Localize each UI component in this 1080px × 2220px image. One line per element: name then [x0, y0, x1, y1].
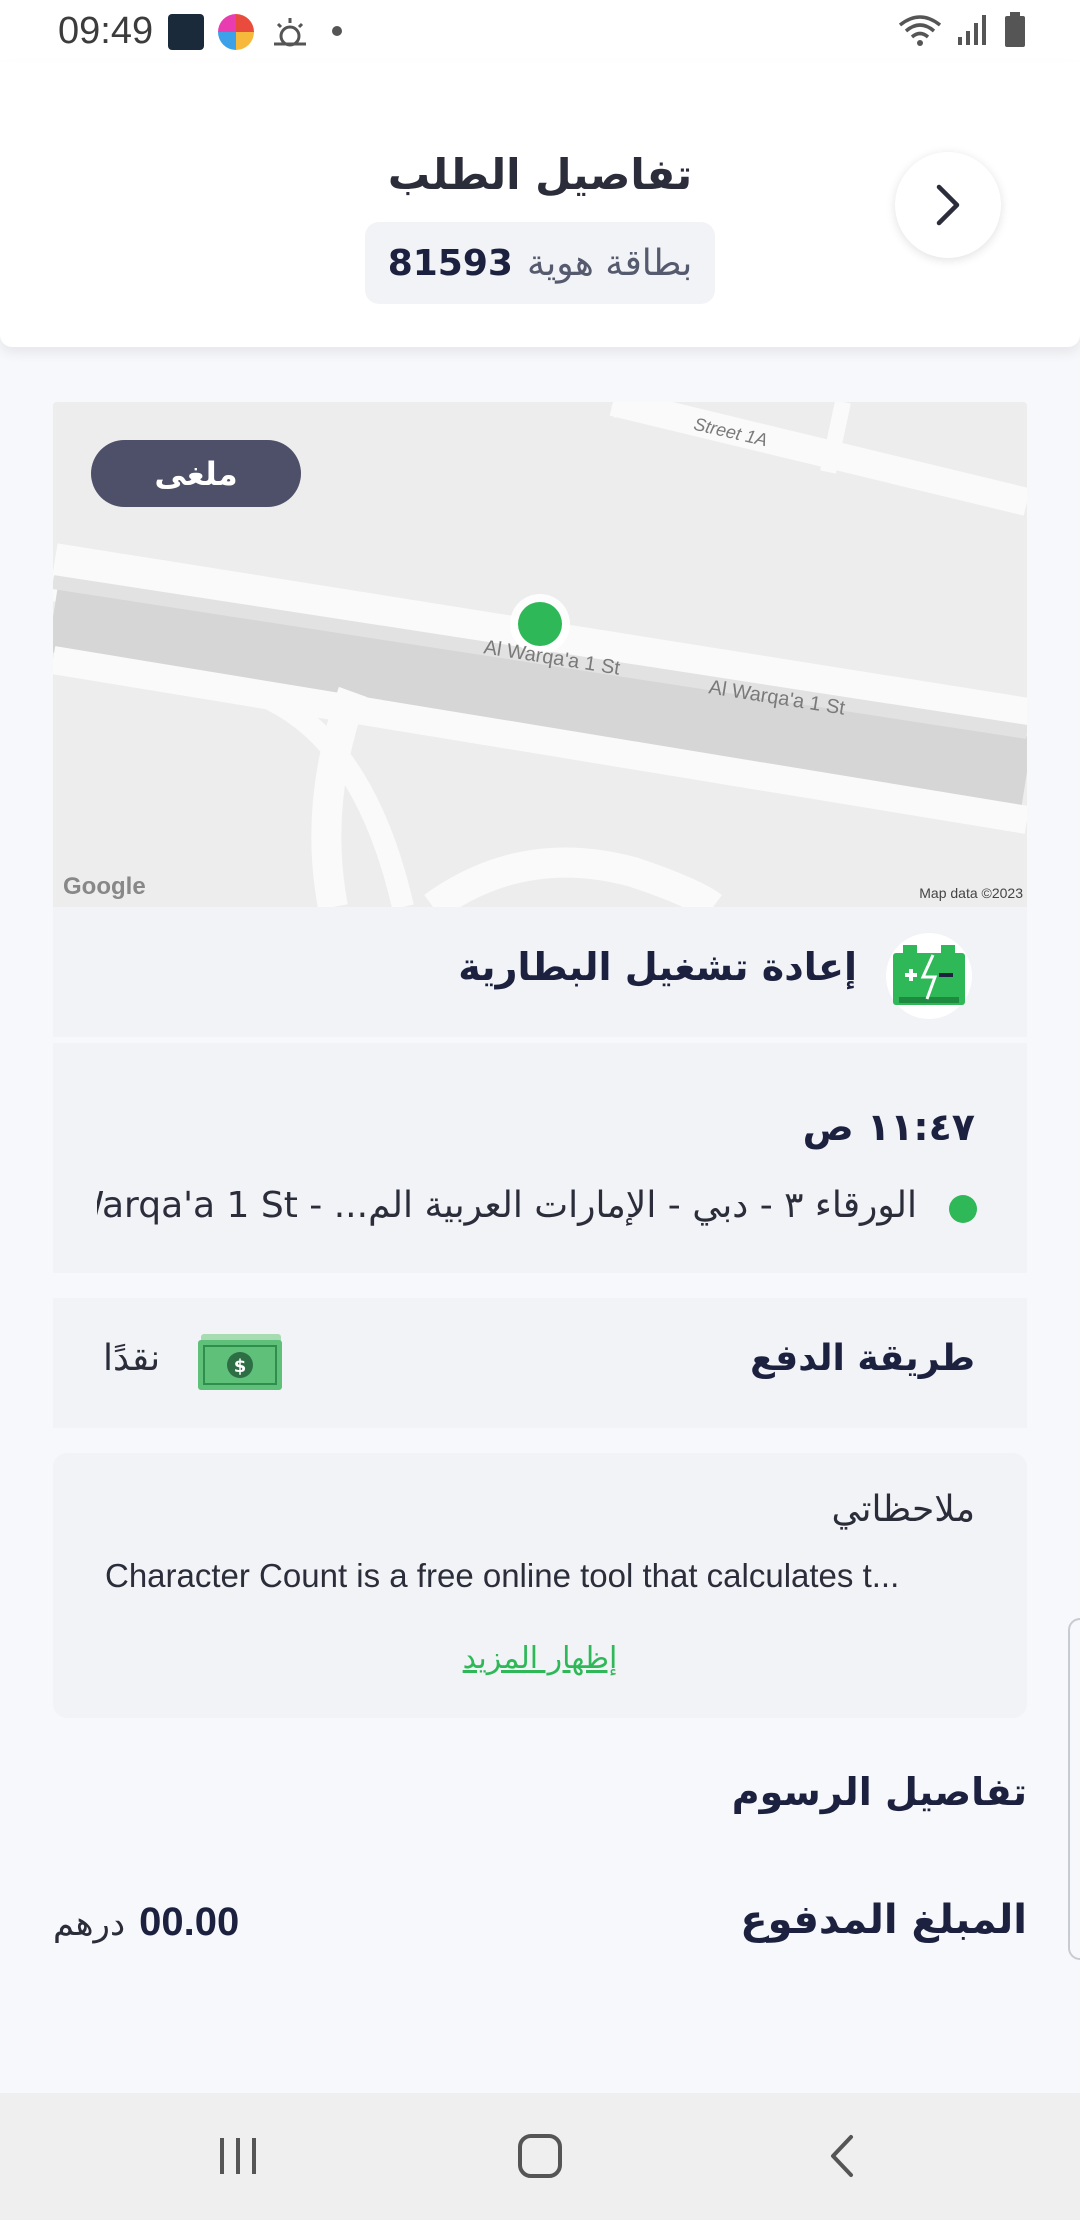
back-arrow-icon — [831, 2135, 853, 2177]
notes-text: Character Count is a free online tool th… — [105, 1557, 900, 1594]
paid-amount-label: المبلغ المدفوع — [740, 1897, 1027, 1943]
battery-icon — [886, 933, 972, 1019]
recent-apps-icon — [220, 2138, 256, 2174]
currency-label: درهم — [53, 1904, 126, 1944]
wifi-icon — [898, 15, 942, 46]
request-time: ١١:٤٧ ص — [802, 1105, 975, 1149]
notes-card: ملاحظاتي Character Count is a free onlin… — [53, 1453, 1027, 1718]
status-bar: 09:49 — [0, 0, 1080, 62]
system-nav-bar — [0, 2093, 1080, 2220]
more-notifications-dot — [332, 26, 342, 36]
id-number: 81593 — [387, 242, 513, 284]
app-notification-icon — [218, 14, 254, 50]
signal-icon — [958, 15, 986, 45]
map-attribution: Map data ©2023 — [919, 885, 1023, 901]
fees-title: تفاصيل الرسوم — [731, 1770, 1027, 1814]
id-label: بطاقة هوية — [526, 242, 693, 284]
home-button[interactable] — [480, 2113, 600, 2199]
paid-amount: درهم 00.00 — [53, 1900, 239, 1945]
address-text: الورقاء ٣ - دبي - الإمارات العربية الم..… — [97, 1185, 917, 1226]
google-logo: Google — [63, 873, 146, 900]
id-chip: بطاقة هوية 81593 — [365, 222, 715, 304]
status-icons — [898, 12, 1026, 48]
service-title: إعادة تشغيل البطارية — [458, 945, 857, 989]
show-more-link[interactable]: إظهار المزيد — [53, 1641, 1027, 1676]
home-icon — [518, 2134, 562, 2178]
schedule-card: ١١:٤٧ ص الورقاء ٣ - دبي - الإمارات العرب… — [53, 1043, 1027, 1273]
location-map[interactable]: ملغى Street 1A Al Warqa'a 1 St Al Warqa'… — [53, 402, 1027, 907]
edge-panel-handle[interactable] — [1068, 1618, 1080, 1960]
cash-icon: $ — [195, 1334, 285, 1394]
paid-amount-value: 00.00 — [139, 1900, 240, 1944]
service-card: إعادة تشغيل البطارية — [53, 907, 1027, 1037]
recent-apps-button[interactable] — [178, 2113, 298, 2199]
payment-method-value: نقدًا — [103, 1338, 161, 1379]
weather-icon — [270, 14, 310, 54]
status-badge: ملغى — [91, 440, 301, 507]
battery-status-icon — [1005, 12, 1025, 47]
status-time: 09:49 — [58, 10, 154, 52]
payment-method-label: طريقة الدفع — [750, 1338, 975, 1379]
back-button[interactable] — [895, 152, 1001, 258]
notes-title: ملاحظاتي — [831, 1489, 975, 1530]
location-dot-icon — [949, 1195, 977, 1223]
app-notification-icon — [168, 14, 204, 50]
payment-card: طريقة الدفع $ نقدًا — [53, 1298, 1027, 1428]
app-header: تفاصيل الطلب بطاقة هوية 81593 — [0, 62, 1080, 347]
svg-text:$: $ — [234, 1356, 247, 1377]
chevron-right-icon — [936, 184, 960, 226]
address-row: الورقاء ٣ - دبي - الإمارات العربية الم..… — [97, 1183, 977, 1233]
back-nav-button[interactable] — [782, 2113, 902, 2199]
